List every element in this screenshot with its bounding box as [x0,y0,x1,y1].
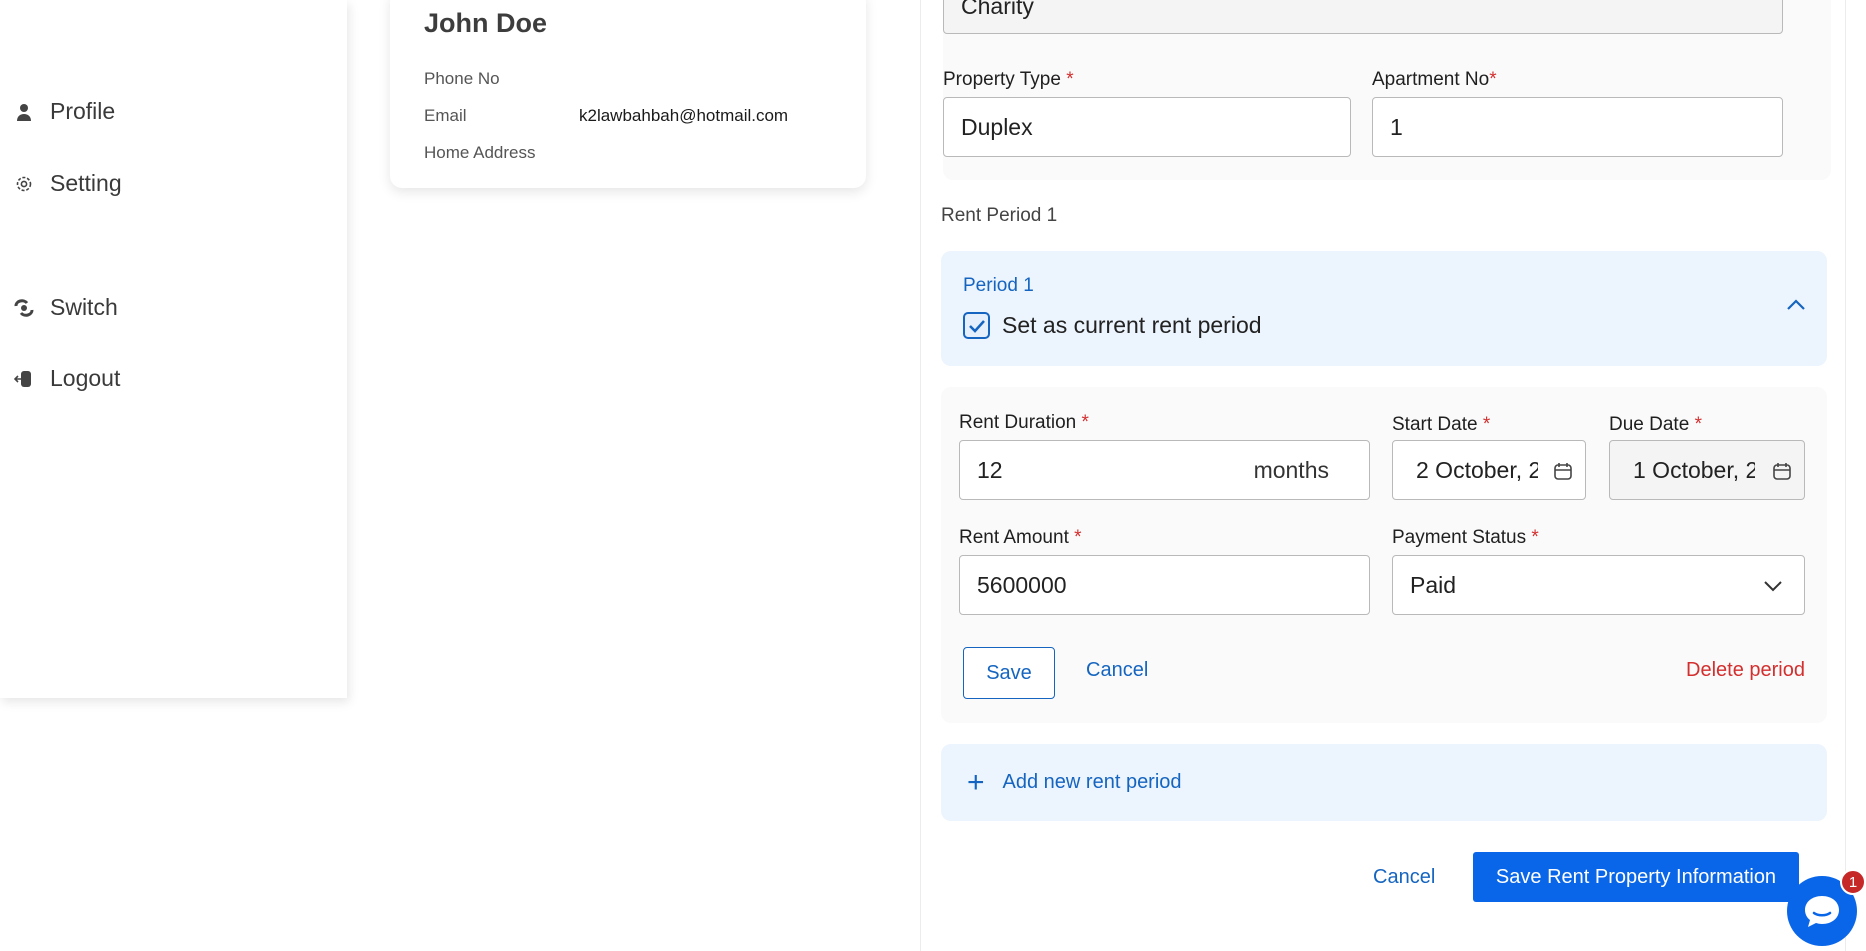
current-period-checkbox[interactable] [963,312,990,339]
calendar-icon[interactable] [1772,461,1792,481]
delete-period-button[interactable]: Delete period [1686,659,1805,682]
address-label: Home Address [424,143,536,162]
period-title: Period 1 [963,275,1034,296]
phone-label: Phone No [424,69,500,88]
due-date-label: Due Date * [1609,414,1702,435]
profile-card: John Doe Phone No Email k2lawbahbah@hotm… [390,0,866,188]
rent-period-section-title: Rent Period 1 [941,205,1058,226]
rent-amount-field[interactable]: 5600000 [959,555,1370,615]
current-period-label: Set as current rent period [1002,312,1262,338]
due-date-field[interactable]: 1 October, 2025 [1609,440,1805,500]
property-details-block: Charity Property Type * Duplex Apartment… [943,0,1831,180]
add-rent-period-button[interactable]: + Add new rent period [941,744,1827,821]
logout-icon [14,369,34,389]
chevron-down-icon [1764,581,1782,592]
payment-status-value: Paid [1410,571,1457,598]
save-period-button[interactable]: Save [963,647,1055,699]
notification-badge: 1 [1840,869,1866,895]
cancel-period-button[interactable]: Cancel [1086,659,1148,682]
sidebar-item-label: Setting [50,170,122,196]
sidebar-item-label: Logout [50,365,121,391]
sidebar-item-logout[interactable]: Logout [14,365,120,392]
property-type-label: Property Type * [943,69,1074,90]
start-date-label: Start Date * [1392,414,1491,435]
rent-duration-label: Rent Duration * [959,412,1089,433]
period-header[interactable]: Period 1 Set as current rent period [941,251,1827,366]
period-details: Rent Duration * 12 months Start Date * 2… [941,387,1827,723]
add-rent-period-label: Add new rent period [1002,771,1182,793]
save-rent-property-button[interactable]: Save Rent Property Information [1473,852,1799,902]
sidebar-item-profile[interactable]: Profile [14,98,115,125]
profile-name: John Doe [424,8,548,38]
rent-amount-label: Rent Amount * [959,527,1082,548]
chat-bubble-icon [1805,896,1839,927]
apartment-no-field[interactable]: 1 [1372,97,1783,157]
purpose-field[interactable]: Charity [943,0,1783,34]
payment-status-label: Payment Status * [1392,527,1539,548]
sidebar-item-label: Switch [50,294,118,320]
property-type-field[interactable]: Duplex [943,97,1351,157]
apartment-no-label: Apartment No* [1372,69,1497,90]
sidebar-item-label: Profile [50,98,116,124]
email-label: Email [424,106,467,125]
sidebar-item-switch[interactable]: Switch [14,294,118,321]
plus-icon: + [967,765,985,799]
start-date-value: 2 October, 2024 [1416,456,1538,483]
rent-duration-field[interactable]: 12 months [959,440,1370,500]
rent-duration-unit: months [1253,456,1329,483]
sidebar: Profile Setting Switch Logout [0,0,347,698]
due-date-value: 1 October, 2025 [1633,456,1755,483]
gear-icon [14,174,34,194]
payment-status-select[interactable]: Paid [1392,555,1805,615]
chevron-up-icon[interactable] [1785,297,1807,313]
check-icon [968,319,985,333]
cancel-button[interactable]: Cancel [1373,866,1435,889]
calendar-icon[interactable] [1553,461,1573,481]
start-date-field[interactable]: 2 October, 2024 [1392,440,1586,500]
sidebar-item-setting[interactable]: Setting [14,170,122,197]
person-icon [14,102,34,122]
rent-duration-value: 12 [977,456,1003,483]
email-value: k2lawbahbah@hotmail.com [579,106,789,125]
switch-icon [14,298,34,318]
rent-property-form: Charity Property Type * Duplex Apartment… [920,0,1846,951]
